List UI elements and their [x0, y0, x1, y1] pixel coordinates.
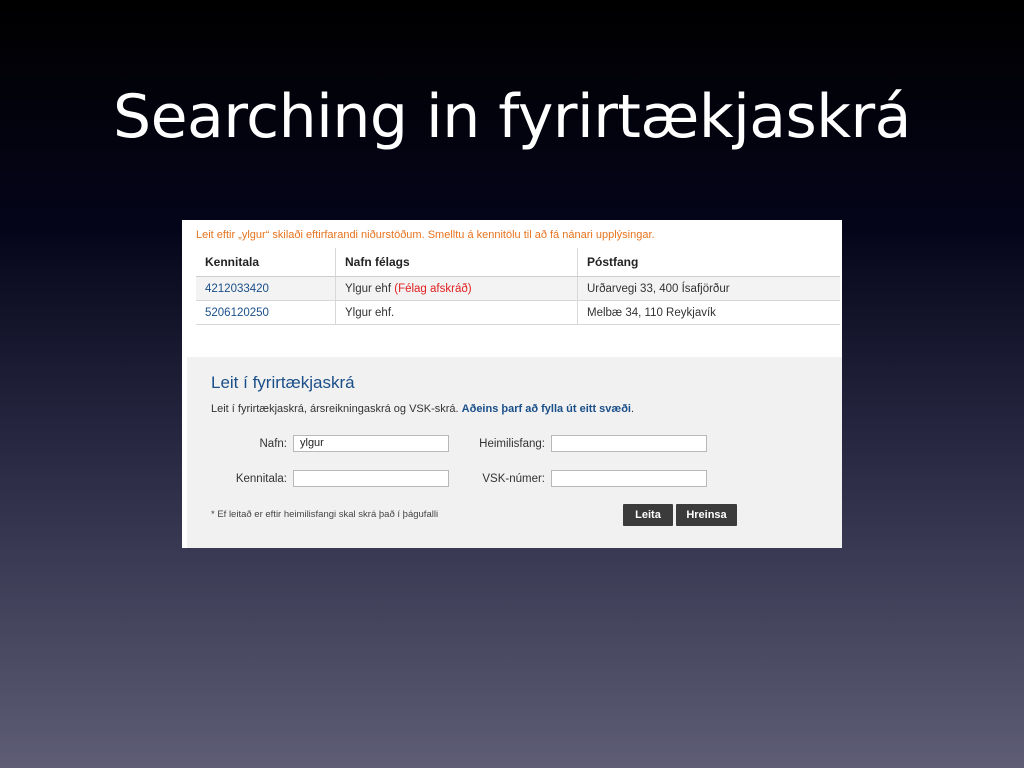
results-message: Leit eftir „ylgur“ skilaði eftirfarandi … — [196, 229, 655, 241]
vsk-field[interactable] — [551, 470, 707, 487]
column-header-kennitala: Kennitala — [196, 248, 336, 277]
search-title: Leit í fyrirtækjaskrá — [211, 373, 355, 392]
search-description: Leit í fyrirtækjaskrá, ársreikningaskrá … — [211, 403, 634, 415]
screenshot-panel: Leit eftir „ylgur“ skilaði eftirfarandi … — [182, 220, 842, 548]
clear-button[interactable]: Hreinsa — [676, 504, 737, 526]
kennitala-field[interactable] — [293, 470, 449, 487]
kennitala-link[interactable]: 5206120250 — [205, 307, 269, 319]
nafn-field[interactable] — [293, 435, 449, 452]
heimilisfang-field[interactable] — [551, 435, 707, 452]
search-hint: Aðeins þarf að fylla út eitt svæði — [461, 403, 631, 415]
search-description-text: Leit í fyrirtækjaskrá, ársreikningaskrá … — [211, 403, 459, 415]
search-hint-end: . — [630, 403, 635, 415]
name-cell: Ylgur ehf (Félag afskráð) — [335, 276, 578, 301]
heimilisfang-label: Heimilisfang: — [479, 438, 545, 450]
column-header-address: Póstfang — [577, 248, 840, 277]
kennitala-link[interactable]: 4212033420 — [205, 283, 269, 295]
search-form: Leit í fyrirtækjaskrá Leit í fyrirtækjas… — [187, 357, 842, 548]
status-badge: (Félag afskráð) — [394, 282, 472, 295]
slide-title: Searching in fyrirtækjaskrá — [113, 82, 911, 152]
table-row: 4212033420 Ylgur ehf (Félag afskráð) Urð… — [196, 276, 840, 301]
address-cell: Melbæ 34, 110 Reykjavík — [577, 300, 840, 325]
table-row: 5206120250 Ylgur ehf. Melbæ 34, 110 Reyk… — [196, 300, 840, 325]
search-button[interactable]: Leita — [623, 504, 673, 526]
column-header-name: Nafn félags — [335, 248, 578, 277]
nafn-label: Nafn: — [259, 438, 288, 450]
name-cell: Ylgur ehf. — [335, 300, 578, 325]
company-name: Ylgur ehf. — [345, 306, 395, 319]
kennitala-cell: 4212033420 — [196, 276, 336, 301]
footnote: * Ef leitað er eftir heimilisfangi skal … — [211, 509, 439, 520]
address-cell: Urðarvegi 33, 400 Ísafjörður — [577, 276, 840, 301]
kennitala-label: Kennitala: — [235, 473, 287, 485]
results-header-row: Kennitala Nafn félags Póstfang — [196, 248, 840, 277]
kennitala-cell: 5206120250 — [196, 300, 336, 325]
company-name: Ylgur ehf — [345, 282, 392, 295]
results-table: Kennitala Nafn félags Póstfang 421203342… — [196, 248, 840, 325]
vsk-label: VSK-númer: — [482, 473, 545, 485]
